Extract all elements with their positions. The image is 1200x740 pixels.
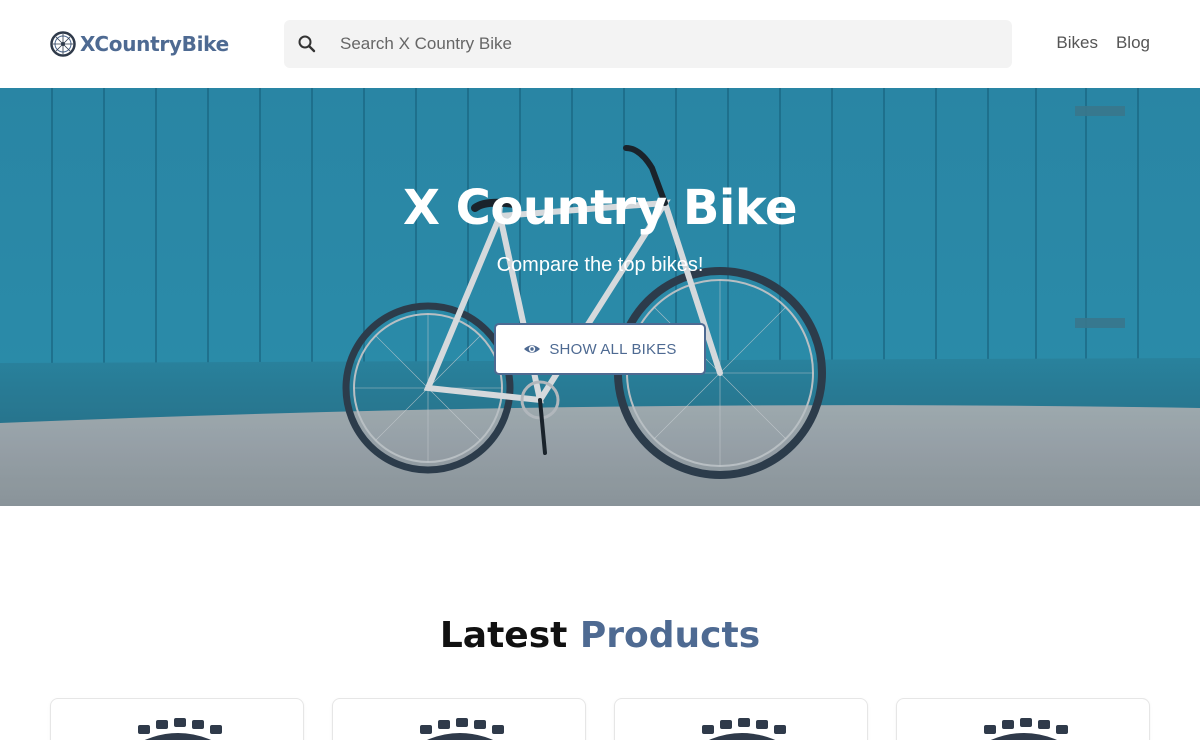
search-bar: [284, 20, 1012, 68]
hero-subtitle: Compare the top bikes!: [496, 254, 704, 276]
tire-icon: [420, 718, 504, 740]
latest-products-heading: Latest Products: [0, 615, 1200, 656]
nav-link-bikes[interactable]: Bikes: [1056, 33, 1098, 53]
tire-icon: [984, 718, 1068, 740]
product-card[interactable]: [614, 698, 868, 740]
tire-icon: [138, 718, 222, 740]
hero-background-image: [0, 88, 1200, 506]
heading-part-products: Products: [579, 615, 761, 656]
main-nav: Bikes Blog: [1056, 33, 1150, 53]
product-grid: [50, 698, 1150, 740]
brand-logo[interactable]: XCountryBike: [50, 30, 229, 58]
show-all-bikes-button[interactable]: SHOW ALL BIKES: [494, 323, 706, 375]
product-card[interactable]: [50, 698, 304, 740]
nav-link-blog[interactable]: Blog: [1116, 33, 1150, 53]
eye-icon: [524, 345, 541, 353]
hero-title: X Country Bike: [402, 180, 798, 236]
product-card[interactable]: [896, 698, 1150, 740]
show-all-bikes-label: SHOW ALL BIKES: [549, 340, 677, 358]
search-icon[interactable]: [297, 34, 317, 54]
hero-banner: X Country Bike Compare the top bikes! SH…: [0, 88, 1200, 506]
bike-wheel-icon: [50, 31, 76, 57]
top-header: XCountryBike Bikes Blog: [0, 0, 1200, 88]
product-card[interactable]: [332, 698, 586, 740]
search-input[interactable]: [324, 20, 1004, 68]
tire-icon: [702, 718, 786, 740]
heading-part-latest: Latest: [439, 615, 568, 656]
brand-name: XCountryBike: [80, 32, 229, 56]
